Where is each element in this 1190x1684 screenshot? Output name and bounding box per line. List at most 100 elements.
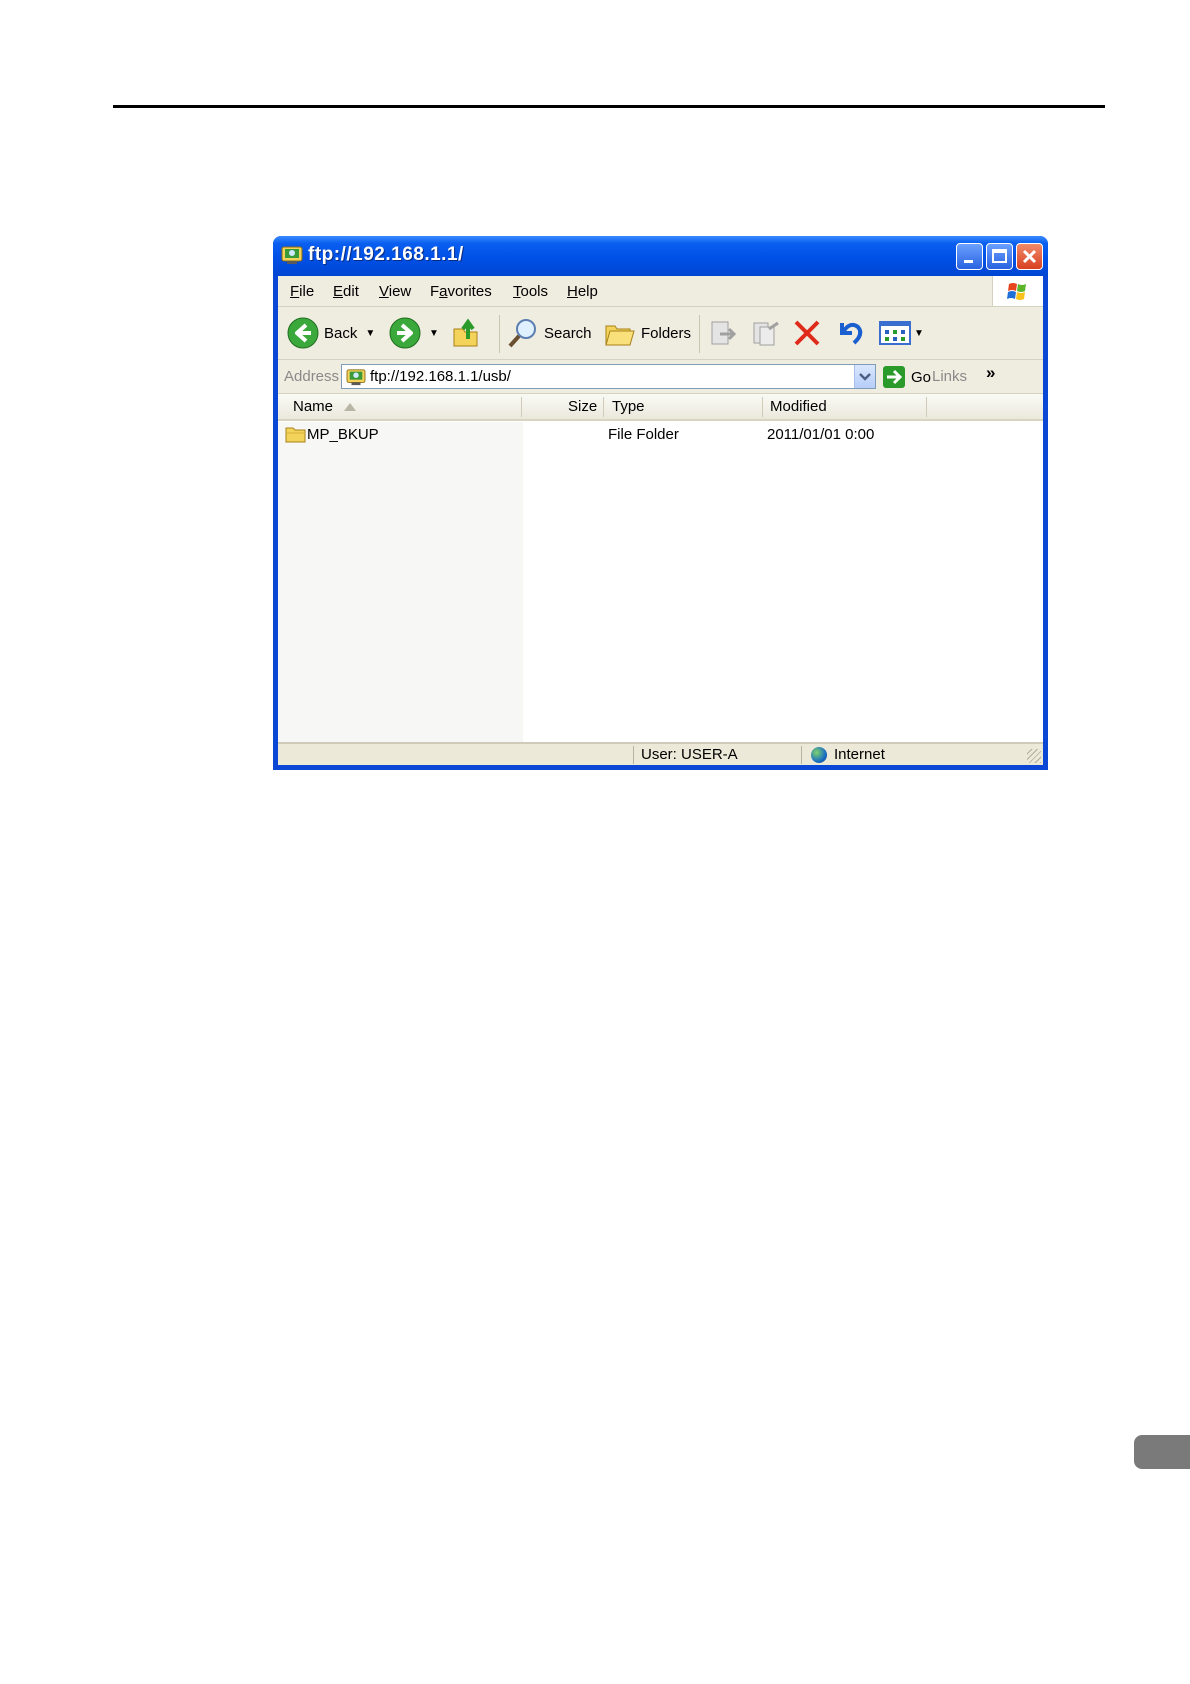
address-dropdown-button[interactable]	[854, 365, 875, 388]
address-bar: Address ftp://192.168.1.1/usb/ Go Links …	[278, 360, 1043, 394]
delete-button[interactable]	[792, 315, 822, 351]
menu-favorites[interactable]: Favorites	[430, 283, 492, 300]
address-field[interactable]: ftp://192.168.1.1/usb/	[341, 364, 876, 389]
address-value: ftp://192.168.1.1/usb/	[370, 368, 511, 385]
undo-icon	[840, 322, 863, 345]
menu-file-rest: ile	[299, 283, 315, 300]
internet-globe-icon	[811, 747, 827, 763]
file-list: Name Size Type Modified MP_BKUP File Fol…	[278, 394, 1043, 742]
page-side-tab	[1134, 1435, 1190, 1469]
table-row[interactable]: MP_BKUP File Folder 2011/01/01 0:00	[278, 424, 1043, 446]
minimize-button[interactable]	[956, 243, 983, 270]
toolbar-separator	[499, 315, 500, 353]
column-divider[interactable]	[762, 397, 763, 417]
maximize-button[interactable]	[986, 243, 1013, 270]
go-button[interactable]: Go	[882, 364, 931, 390]
go-arrow-icon	[883, 366, 905, 388]
resize-grip[interactable]	[1027, 749, 1041, 763]
explorer-window: ftp://192.168.1.1/ File Edit View Favori…	[273, 236, 1048, 770]
go-label: Go	[911, 368, 932, 386]
sorted-column-tint	[278, 422, 523, 742]
move-to-button[interactable]	[708, 315, 738, 351]
menu-edit-accel: E	[333, 283, 344, 300]
menu-help[interactable]: Help	[567, 283, 598, 300]
search-label: Search	[544, 324, 592, 342]
up-folder-icon	[453, 318, 478, 347]
up-folder-button[interactable]	[451, 315, 481, 351]
menu-view-accel: V	[379, 283, 389, 300]
menu-view-rest: iew	[388, 283, 412, 300]
back-arrow-icon	[287, 317, 319, 349]
menu-help-rest: elp	[577, 283, 598, 300]
column-header-type[interactable]: Type	[612, 398, 645, 415]
menu-bar: File Edit View Favorites Tools Help	[278, 276, 1043, 307]
menu-favorites-accel: a	[439, 283, 448, 300]
views-icon	[879, 321, 911, 345]
toolbar-separator	[699, 315, 700, 353]
windows-logo	[992, 276, 1043, 306]
menu-tools-rest: ools	[520, 283, 549, 300]
window-title: ftp://192.168.1.1/	[308, 244, 464, 265]
folders-button[interactable]: Folders	[604, 315, 691, 351]
links-more-icon[interactable]: »	[986, 363, 995, 383]
folder-icon	[285, 427, 306, 443]
page-top-rule	[113, 105, 1105, 108]
status-divider	[801, 746, 802, 764]
row-type: File Folder	[608, 426, 679, 443]
ftp-folder-icon	[281, 246, 303, 264]
status-divider	[633, 746, 634, 764]
back-button[interactable]: Back ▼	[287, 315, 375, 351]
forward-arrow-icon	[389, 317, 421, 349]
menu-favorites-pre: F	[430, 283, 440, 300]
menu-tools-accel: T	[513, 283, 521, 300]
undo-button[interactable]	[834, 315, 866, 351]
back-label: Back	[324, 324, 358, 342]
column-header-modified[interactable]: Modified	[770, 398, 827, 415]
folders-icon	[605, 325, 635, 346]
views-dropdown-icon[interactable]: ▼	[914, 328, 924, 339]
close-button[interactable]	[1016, 243, 1043, 270]
row-name: MP_BKUP	[307, 426, 379, 443]
column-header-row: Name Size Type Modified	[278, 394, 1043, 421]
status-user: User: USER-A	[641, 746, 738, 763]
menu-edit[interactable]: Edit	[333, 283, 359, 300]
status-bar: User: USER-A Internet	[278, 742, 1043, 765]
column-divider[interactable]	[926, 397, 927, 417]
column-divider[interactable]	[521, 397, 522, 417]
sort-ascending-icon	[344, 403, 356, 411]
delete-icon	[794, 320, 820, 346]
forward-dropdown-icon[interactable]: ▼	[429, 328, 439, 339]
menu-file-accel: F	[290, 283, 300, 300]
minimize-icon	[964, 260, 973, 263]
views-button[interactable]: ▼	[878, 315, 924, 351]
title-bar[interactable]: ftp://192.168.1.1/	[273, 236, 1048, 276]
search-icon	[508, 319, 536, 348]
chevron-down-icon	[859, 373, 871, 381]
standard-toolbar: Back ▼ ▼ Search Folders ▼	[278, 307, 1043, 360]
window-client: File Edit View Favorites Tools Help Back…	[278, 276, 1043, 765]
menu-tools[interactable]: Tools	[513, 283, 548, 300]
address-label: Address	[284, 368, 340, 385]
menu-favorites-rest: vorites	[447, 283, 492, 300]
back-dropdown-icon[interactable]: ▼	[365, 328, 375, 339]
menu-file[interactable]: File	[290, 283, 314, 300]
maximize-icon	[992, 249, 1007, 263]
column-header-size[interactable]: Size	[568, 398, 597, 415]
windows-flag-icon	[1007, 283, 1026, 300]
search-button[interactable]: Search	[507, 315, 592, 351]
folders-label: Folders	[641, 324, 692, 342]
copy-to-icon	[753, 321, 779, 346]
menu-help-accel: H	[567, 283, 578, 300]
copy-to-button[interactable]	[751, 315, 781, 351]
row-modified: 2011/01/01 0:00	[767, 426, 875, 443]
move-to-icon	[711, 321, 737, 345]
column-divider[interactable]	[603, 397, 604, 417]
forward-button[interactable]: ▼	[389, 315, 439, 351]
menu-edit-rest: dit	[343, 283, 359, 300]
close-icon	[1022, 249, 1037, 264]
ftp-folder-icon	[346, 369, 366, 386]
menu-view[interactable]: View	[379, 283, 411, 300]
status-zone: Internet	[834, 746, 885, 763]
column-header-name[interactable]: Name	[293, 398, 333, 415]
links-button[interactable]: Links	[932, 368, 967, 385]
